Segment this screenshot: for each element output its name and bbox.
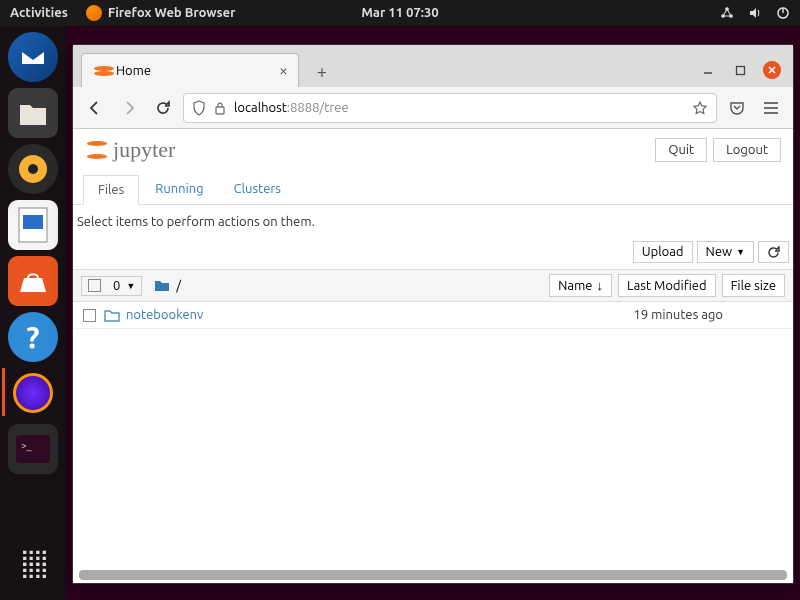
row-checkbox[interactable] <box>83 309 96 322</box>
dock-libreoffice-writer[interactable] <box>8 200 58 250</box>
dock-show-apps[interactable]: ⠿⠿⠿⠿ <box>8 542 58 592</box>
jupyter-logo-icon <box>85 138 109 162</box>
refresh-button[interactable] <box>758 241 789 263</box>
svg-text:>_: >_ <box>21 440 32 451</box>
jupyter-favicon <box>92 63 108 79</box>
logout-button[interactable]: Logout <box>713 138 781 162</box>
bookmark-star-icon[interactable] <box>692 100 708 116</box>
dock-help[interactable]: ? <box>8 312 58 362</box>
window-minimize-button[interactable] <box>699 61 717 79</box>
back-button[interactable] <box>81 94 109 122</box>
volume-icon[interactable] <box>748 6 762 20</box>
file-link-notebookenv[interactable]: notebookenv <box>126 308 203 322</box>
folder-icon[interactable] <box>154 279 170 292</box>
dock: ? >_ ⠿⠿⠿⠿ <box>0 26 66 600</box>
jupyter-action-bar: Upload New ▼ <box>73 239 793 269</box>
forward-button[interactable] <box>115 94 143 122</box>
power-icon[interactable] <box>776 6 790 20</box>
window-maximize-button[interactable] <box>731 61 749 79</box>
file-list-header: 0 ▼ / Name ↓ Last Modified File size <box>73 269 793 302</box>
jupyter-brand-text: jupyter <box>113 137 175 163</box>
sort-modified-button[interactable]: Last Modified <box>618 274 716 297</box>
selected-count: 0 <box>113 279 120 293</box>
select-all-control[interactable]: 0 ▼ <box>81 276 142 296</box>
tab-close-button[interactable]: × <box>279 62 288 80</box>
jupyter-page: jupyter Quit Logout Files Running Cluste… <box>73 129 793 583</box>
gnome-top-bar: Activities Firefox Web Browser Mar 11 07… <box>0 0 800 26</box>
browser-tab-home[interactable]: Home × <box>81 53 299 87</box>
active-app-indicator[interactable]: Firefox Web Browser <box>86 5 236 21</box>
firefox-icon <box>86 5 102 21</box>
new-dropdown[interactable]: New ▼ <box>697 241 754 263</box>
select-all-checkbox[interactable] <box>88 279 101 292</box>
active-app-label: Firefox Web Browser <box>108 6 236 20</box>
file-row: notebookenv 19 minutes ago <box>73 302 793 329</box>
caret-down-icon: ▼ <box>736 247 745 257</box>
selection-hint: Select items to perform actions on them. <box>73 205 793 239</box>
breadcrumb-root[interactable]: / <box>176 279 181 293</box>
clock[interactable]: Mar 11 07:30 <box>361 6 438 20</box>
dock-ubuntu-software[interactable] <box>8 256 58 306</box>
tab-bar: Home × + <box>73 45 793 87</box>
quit-button[interactable]: Quit <box>655 138 707 162</box>
dock-files[interactable] <box>8 88 58 138</box>
firefox-window: Home × + <box>72 44 794 584</box>
new-tab-button[interactable]: + <box>307 57 337 87</box>
window-close-button[interactable] <box>763 61 781 79</box>
dock-thunderbird[interactable] <box>8 32 58 82</box>
folder-icon <box>104 309 120 322</box>
url-text: localhost:8888/tree <box>234 101 349 115</box>
shield-icon[interactable] <box>192 100 206 116</box>
reload-button[interactable] <box>149 94 177 122</box>
dock-rhythmbox[interactable] <box>8 144 58 194</box>
tab-files[interactable]: Files <box>83 175 139 205</box>
url-bar[interactable]: localhost:8888/tree <box>183 93 717 123</box>
horizontal-scrollbar[interactable] <box>79 570 787 580</box>
activities-button[interactable]: Activities <box>10 6 68 20</box>
network-icon[interactable] <box>720 6 734 20</box>
row-modified: 19 minutes ago <box>633 308 783 322</box>
jupyter-logo[interactable]: jupyter <box>85 137 175 163</box>
caret-down-icon: ▼ <box>126 281 135 291</box>
sort-size-button[interactable]: File size <box>722 274 785 297</box>
lock-icon[interactable] <box>214 101 226 115</box>
dock-firefox[interactable] <box>8 368 58 418</box>
hamburger-menu-icon[interactable] <box>757 94 785 122</box>
sort-name-button[interactable]: Name ↓ <box>549 274 612 297</box>
tab-clusters[interactable]: Clusters <box>220 175 295 204</box>
tab-title: Home <box>116 64 151 78</box>
jupyter-header: jupyter Quit Logout <box>73 129 793 167</box>
tab-running[interactable]: Running <box>141 175 217 204</box>
upload-button[interactable]: Upload <box>633 241 693 263</box>
arrow-down-icon: ↓ <box>596 278 603 293</box>
col-name-label: Name <box>558 279 592 293</box>
browser-toolbar: localhost:8888/tree <box>73 87 793 129</box>
jupyter-tabs: Files Running Clusters <box>73 167 793 205</box>
new-label: New <box>706 245 733 259</box>
dock-active-indicator <box>2 368 5 416</box>
dock-terminal[interactable]: >_ <box>8 424 58 474</box>
pocket-icon[interactable] <box>723 94 751 122</box>
